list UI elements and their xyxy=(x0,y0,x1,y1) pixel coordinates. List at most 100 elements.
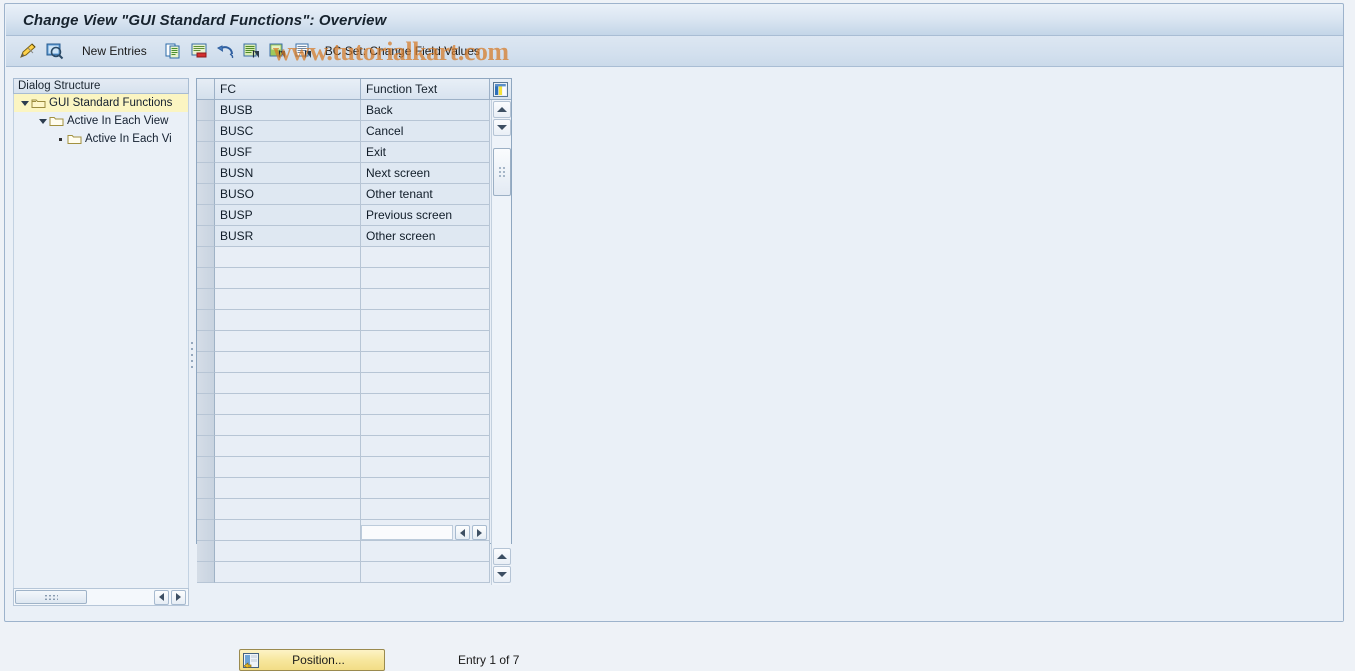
cell-fc[interactable] xyxy=(215,352,361,373)
row-selector[interactable] xyxy=(197,331,215,352)
cell-fc[interactable] xyxy=(215,541,361,562)
cell-function-text[interactable]: Other tenant xyxy=(361,184,490,205)
cell-function-text[interactable] xyxy=(361,478,490,499)
cell-fc[interactable]: BUSP xyxy=(215,205,361,226)
cell-fc[interactable] xyxy=(215,436,361,457)
table-row-empty[interactable] xyxy=(197,436,491,457)
row-selector[interactable] xyxy=(197,310,215,331)
table-vscroll-thumb[interactable] xyxy=(493,148,511,196)
tree-item-gui-standard-functions[interactable]: GUI Standard Functions xyxy=(14,94,188,112)
row-selector[interactable] xyxy=(197,478,215,499)
table-row[interactable]: BUSB Back xyxy=(197,100,491,121)
row-selector[interactable] xyxy=(197,121,215,142)
row-selector[interactable] xyxy=(197,541,215,562)
table-scroll-down-button[interactable] xyxy=(492,119,511,136)
cell-function-text[interactable] xyxy=(361,457,490,478)
column-header-function-text[interactable]: Function Text xyxy=(361,79,490,99)
tree-expander-icon[interactable] xyxy=(36,112,49,130)
column-settings-icon[interactable] xyxy=(490,79,510,99)
check-entries-icon[interactable] xyxy=(42,39,68,63)
table-row-empty[interactable] xyxy=(197,247,491,268)
table-row-empty[interactable] xyxy=(197,352,491,373)
row-selector[interactable] xyxy=(197,268,215,289)
row-selector[interactable] xyxy=(197,163,215,184)
cell-function-text[interactable] xyxy=(361,310,490,331)
deselect-all-icon[interactable] xyxy=(291,39,317,63)
cell-function-text[interactable] xyxy=(361,436,490,457)
cell-fc[interactable]: BUSO xyxy=(215,184,361,205)
table-hscroll-track[interactable] xyxy=(361,525,453,540)
cell-function-text[interactable] xyxy=(361,541,490,562)
tree-item-active-in-each-view[interactable]: Active In Each View xyxy=(14,112,188,130)
column-header-fc[interactable]: FC xyxy=(215,79,361,99)
cell-fc[interactable] xyxy=(215,268,361,289)
table-horizontal-scrollbar[interactable] xyxy=(361,524,489,541)
cell-function-text[interactable] xyxy=(361,289,490,310)
tree-scroll-left-button[interactable] xyxy=(154,589,169,605)
cell-function-text[interactable] xyxy=(361,562,490,583)
cell-function-text[interactable] xyxy=(361,373,490,394)
table-row-empty[interactable] xyxy=(197,541,491,562)
cell-function-text[interactable]: Cancel xyxy=(361,121,490,142)
table-row-empty[interactable] xyxy=(197,373,491,394)
cell-function-text[interactable] xyxy=(361,394,490,415)
row-selector[interactable] xyxy=(197,226,215,247)
cell-fc[interactable] xyxy=(215,394,361,415)
table-row[interactable]: BUSF Exit xyxy=(197,142,491,163)
delete-icon[interactable] xyxy=(187,39,213,63)
row-selector[interactable] xyxy=(197,520,215,541)
table-row[interactable]: BUSR Other screen xyxy=(197,226,491,247)
table-scroll-up-button[interactable] xyxy=(492,101,511,118)
bc-set-change-field-values-button[interactable]: BC Set: Change Field Values xyxy=(317,44,488,58)
cell-function-text[interactable] xyxy=(361,268,490,289)
tree-scroll-right-button[interactable] xyxy=(171,589,186,605)
table-row-empty[interactable] xyxy=(197,394,491,415)
cell-fc[interactable] xyxy=(215,415,361,436)
cell-fc[interactable] xyxy=(215,457,361,478)
cell-function-text[interactable] xyxy=(361,415,490,436)
select-all-icon[interactable] xyxy=(239,39,265,63)
row-selector[interactable] xyxy=(197,394,215,415)
cell-function-text[interactable] xyxy=(361,247,490,268)
table-row-empty[interactable] xyxy=(197,478,491,499)
cell-fc[interactable] xyxy=(215,310,361,331)
table-vertical-scrollbar[interactable] xyxy=(491,100,511,585)
table-row-empty[interactable] xyxy=(197,562,491,583)
row-selector[interactable] xyxy=(197,205,215,226)
cell-fc[interactable] xyxy=(215,520,361,541)
cell-function-text[interactable]: Back xyxy=(361,100,490,121)
cell-fc[interactable]: BUSC xyxy=(215,121,361,142)
row-selector[interactable] xyxy=(197,289,215,310)
table-row-empty[interactable] xyxy=(197,289,491,310)
row-selector[interactable] xyxy=(197,562,215,583)
row-selector[interactable] xyxy=(197,247,215,268)
cell-fc[interactable] xyxy=(215,499,361,520)
tree-expander-icon[interactable] xyxy=(18,94,31,112)
cell-fc[interactable] xyxy=(215,247,361,268)
row-selector[interactable] xyxy=(197,436,215,457)
table-row-empty[interactable] xyxy=(197,415,491,436)
row-selector[interactable] xyxy=(197,457,215,478)
row-selector[interactable] xyxy=(197,415,215,436)
select-all-rows-cell[interactable] xyxy=(197,79,215,99)
position-button[interactable]: Position... xyxy=(239,649,385,671)
table-row-empty[interactable] xyxy=(197,310,491,331)
cell-fc[interactable]: BUSN xyxy=(215,163,361,184)
table-row[interactable]: BUSO Other tenant xyxy=(197,184,491,205)
row-selector[interactable] xyxy=(197,142,215,163)
undo-icon[interactable] xyxy=(213,39,239,63)
cell-function-text[interactable] xyxy=(361,352,490,373)
table-row-empty[interactable] xyxy=(197,268,491,289)
tree-horizontal-scrollbar[interactable] xyxy=(13,588,189,606)
table-row-empty[interactable] xyxy=(197,331,491,352)
cell-function-text[interactable] xyxy=(361,331,490,352)
row-selector[interactable] xyxy=(197,499,215,520)
row-selector[interactable] xyxy=(197,352,215,373)
cell-function-text[interactable]: Next screen xyxy=(361,163,490,184)
row-selector[interactable] xyxy=(197,100,215,121)
cell-fc[interactable]: BUSF xyxy=(215,142,361,163)
row-selector[interactable] xyxy=(197,184,215,205)
row-selector[interactable] xyxy=(197,373,215,394)
cell-fc[interactable]: BUSB xyxy=(215,100,361,121)
cell-function-text[interactable]: Other screen xyxy=(361,226,490,247)
